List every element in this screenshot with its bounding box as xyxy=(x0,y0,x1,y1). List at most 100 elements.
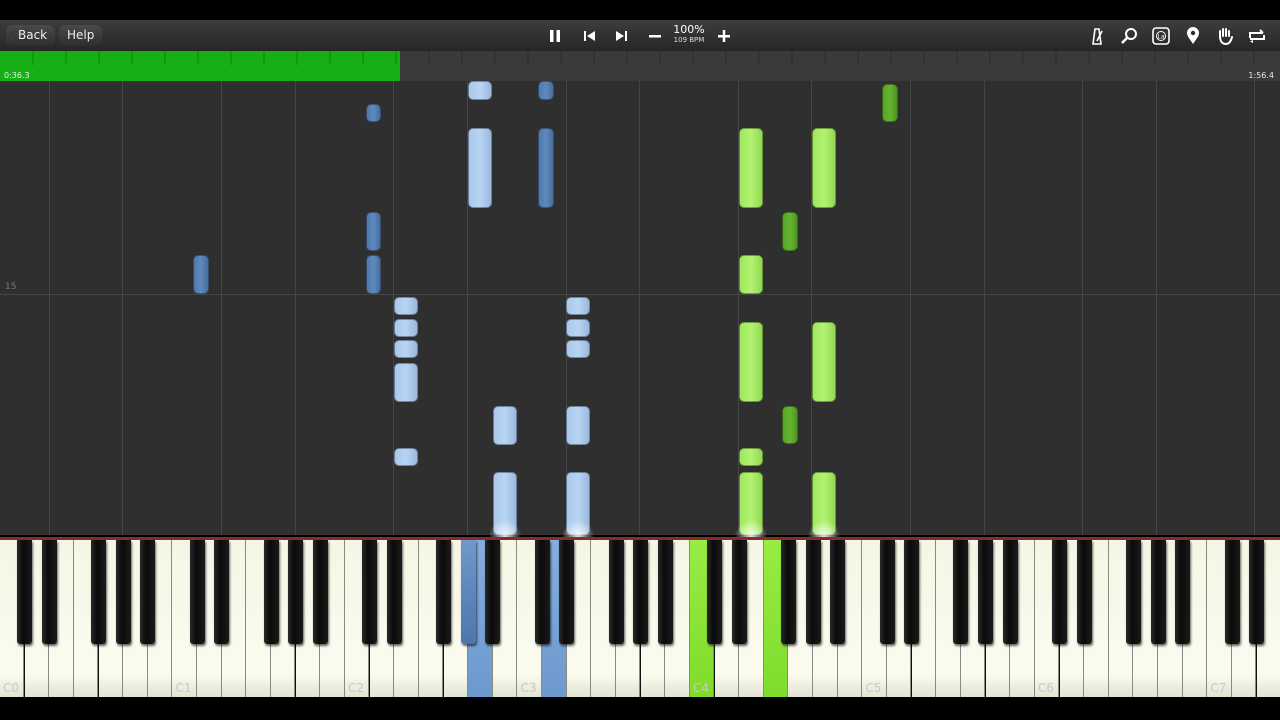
falling-note xyxy=(394,319,418,337)
grid-line xyxy=(122,81,123,535)
black-key-f-sharp0[interactable] xyxy=(91,540,107,644)
skip-back-icon[interactable] xyxy=(576,20,604,51)
back-button[interactable]: Back xyxy=(6,25,56,46)
falling-note xyxy=(739,255,763,294)
hand-icon[interactable] xyxy=(1211,20,1239,51)
falling-note xyxy=(538,128,554,208)
falling-note xyxy=(739,322,763,402)
falling-note xyxy=(468,81,492,100)
falling-note xyxy=(366,212,381,251)
octave-label: C3 xyxy=(520,681,537,695)
black-key-d-sharp7[interactable] xyxy=(1249,540,1265,644)
key-hit-spark xyxy=(806,518,842,538)
falling-note xyxy=(566,406,590,445)
black-key-a-sharp1[interactable] xyxy=(312,540,328,644)
skip-forward-icon[interactable] xyxy=(607,20,635,51)
black-key-d-sharp2[interactable] xyxy=(386,540,402,644)
loop-icon[interactable] xyxy=(1243,20,1271,51)
falling-note xyxy=(366,104,381,122)
piano-keyboard[interactable]: C0 C1 C2 C3 C4 C5 C6 C7 xyxy=(0,537,1280,697)
black-key-f-sharp3[interactable] xyxy=(608,540,624,644)
key-hit-spark xyxy=(487,518,523,538)
black-key-g-sharp4[interactable] xyxy=(805,540,821,644)
black-key-c-sharp7[interactable] xyxy=(1224,540,1240,644)
black-key-c-sharp1[interactable] xyxy=(189,540,205,644)
black-key-c-sharp3[interactable] xyxy=(534,540,550,644)
speed-readout: 100% 109 BPM xyxy=(668,24,710,45)
black-key-d-sharp5[interactable] xyxy=(904,540,920,644)
current-time: 0:36.3 xyxy=(4,71,30,80)
bottom-bar xyxy=(0,697,1280,720)
grid-line xyxy=(295,81,296,535)
black-key-g-sharp3[interactable] xyxy=(633,540,649,644)
measure-line xyxy=(0,294,1280,295)
falling-note xyxy=(782,406,798,444)
key-hit-spark xyxy=(733,518,769,538)
grid-line xyxy=(1254,81,1255,535)
black-key-d-sharp1[interactable] xyxy=(214,540,230,644)
black-key-g-sharp1[interactable] xyxy=(288,540,304,644)
falling-note xyxy=(193,255,209,294)
toolbar: Back Help 100% 109 BPM La xyxy=(0,20,1280,52)
black-key-g-sharp5[interactable] xyxy=(978,540,994,644)
black-key-a-sharp5[interactable] xyxy=(1002,540,1018,644)
black-key-f-sharp2[interactable] xyxy=(436,540,452,644)
black-key-f-sharp4[interactable] xyxy=(780,540,796,644)
grid-line xyxy=(984,81,985,535)
black-key-c-sharp0[interactable] xyxy=(17,540,33,644)
pause-icon[interactable] xyxy=(541,20,569,51)
black-key-f-sharp1[interactable] xyxy=(263,540,279,644)
falling-note xyxy=(739,448,763,466)
black-key-g-sharp6[interactable] xyxy=(1150,540,1166,644)
metronome-icon[interactable] xyxy=(1083,20,1111,51)
black-key-c-sharp4[interactable] xyxy=(707,540,723,644)
octave-label: C0 xyxy=(3,681,20,695)
octave-label: C5 xyxy=(865,681,882,695)
falling-note xyxy=(812,128,836,208)
black-key-c-sharp2[interactable] xyxy=(362,540,378,644)
black-key-f-sharp5[interactable] xyxy=(953,540,969,644)
falling-note xyxy=(812,322,836,402)
falling-note xyxy=(468,128,492,208)
black-key-d-sharp4[interactable] xyxy=(731,540,747,644)
help-button[interactable]: Help xyxy=(59,25,103,46)
black-key-a-sharp2[interactable] xyxy=(485,540,501,644)
falling-note xyxy=(739,128,763,208)
key-hit-spark xyxy=(560,518,596,538)
progress-ticks xyxy=(32,51,1255,65)
search-icon[interactable] xyxy=(1115,20,1143,51)
black-key-d-sharp6[interactable] xyxy=(1076,540,1092,644)
black-key-f-sharp6[interactable] xyxy=(1125,540,1141,644)
black-key-a-sharp6[interactable] xyxy=(1175,540,1191,644)
octave-label: C7 xyxy=(1210,681,1227,695)
black-key-g-sharp0[interactable] xyxy=(115,540,131,644)
black-key-d-sharp0[interactable] xyxy=(41,540,57,644)
black-key-a-sharp0[interactable] xyxy=(140,540,156,644)
svg-text:La: La xyxy=(1157,33,1164,40)
falling-note xyxy=(493,406,517,445)
black-key-d-sharp3[interactable] xyxy=(559,540,575,644)
black-key-c-sharp5[interactable] xyxy=(879,540,895,644)
speed-bpm: 109 BPM xyxy=(673,36,705,44)
black-key-c-sharp6[interactable] xyxy=(1052,540,1068,644)
location-pin-icon[interactable] xyxy=(1179,20,1207,51)
total-time: 1:56.4 xyxy=(1248,71,1274,80)
octave-label: C4 xyxy=(692,681,709,695)
falling-notes-area: 15 xyxy=(0,81,1280,535)
grid-line xyxy=(49,81,50,535)
grid-line xyxy=(639,81,640,535)
falling-note xyxy=(366,255,381,294)
minus-icon[interactable] xyxy=(641,20,669,51)
note-label-icon[interactable]: La xyxy=(1147,20,1175,51)
grid-line xyxy=(1082,81,1083,535)
black-key-g-sharp2[interactable] xyxy=(460,540,476,644)
plus-icon[interactable] xyxy=(710,20,738,51)
octave-label: C6 xyxy=(1037,681,1054,695)
falling-note xyxy=(394,448,418,466)
speed-percent: 100% xyxy=(673,23,705,36)
falling-note xyxy=(538,81,554,100)
song-progress-bar[interactable]: 0:36.3 1:56.4 xyxy=(0,51,1280,81)
black-key-a-sharp3[interactable] xyxy=(657,540,673,644)
black-key-a-sharp4[interactable] xyxy=(830,540,846,644)
falling-note xyxy=(882,84,898,122)
